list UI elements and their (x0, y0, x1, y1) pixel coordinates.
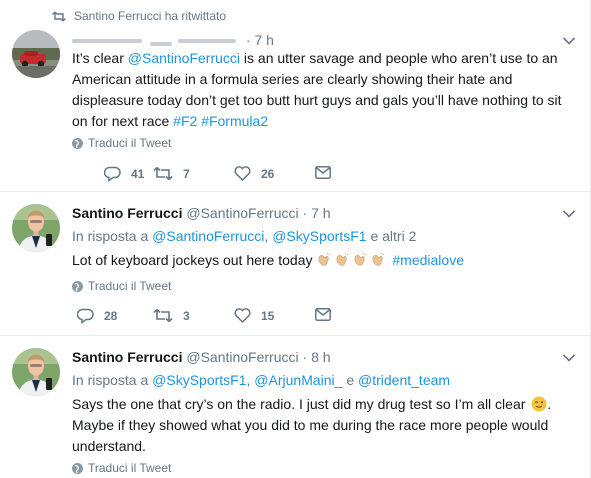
mention-link[interactable]: @ArjunMaini_ (254, 372, 342, 388)
author-name[interactable]: Santino Ferrucci (72, 349, 182, 365)
clapping-hands-emoji (336, 252, 349, 266)
author-handle[interactable]: @SantinoFerrucci (186, 205, 298, 221)
envelope-icon (315, 166, 331, 179)
others-link[interactable]: e altri 2 (367, 228, 416, 244)
tweet-actions: 28 3 15 (72, 308, 362, 328)
clapping-hands-emoji (318, 252, 331, 266)
like-count: 26 (261, 166, 275, 181)
hashtag-link[interactable]: #Formula2 (201, 113, 268, 129)
avatar-photo (12, 204, 60, 252)
translate-label: Traduci il Tweet (88, 136, 172, 150)
tweet-1[interactable]: Santino Ferrucci ha ritwittato · 7 h It’… (0, 0, 590, 192)
tweet-header: Santino Ferrucci @SantinoFerrucci · 7 h (72, 205, 331, 221)
separator: · (302, 205, 308, 221)
chevron-down-icon[interactable] (562, 209, 576, 219)
hashtag-link[interactable]: #medialove (392, 252, 464, 268)
retweet-count: 7 (183, 166, 190, 181)
retweet-icon (153, 166, 173, 181)
tweet-text: Says the one that cry’s on the radio. I … (72, 396, 552, 454)
heart-icon (234, 166, 251, 181)
tweet-actions: 41 7 26 (72, 166, 362, 186)
tweet-time[interactable]: 7 h (311, 205, 330, 221)
retweet-button[interactable]: 7 (153, 166, 190, 181)
author-handle[interactable]: @SantinoFerrucci (186, 349, 298, 365)
reply-button[interactable]: 28 (77, 308, 117, 324)
clapping-hands-emoji (354, 252, 367, 266)
mention-link[interactable]: @SantinoFerrucci (128, 50, 240, 66)
avatar-photo (12, 30, 60, 78)
heart-icon (234, 308, 251, 323)
separator: · (302, 349, 308, 365)
avatar[interactable] (12, 348, 60, 396)
translate-label: Traduci il Tweet (88, 279, 172, 293)
chevron-down-icon[interactable] (562, 36, 576, 46)
reply-count: 28 (104, 309, 118, 323)
envelope-icon (315, 308, 331, 321)
globe-icon (72, 462, 83, 474)
retweet-icon (52, 11, 66, 21)
clapping-hands-emoji (372, 252, 385, 266)
blurred-author (72, 34, 242, 48)
tweet-time[interactable]: 7 h (254, 32, 273, 48)
translate-label: Traduci il Tweet (88, 461, 172, 475)
translate-tweet[interactable]: Traduci il Tweet (72, 136, 171, 150)
tweet-header: · 7 h (72, 32, 274, 48)
globe-icon (72, 280, 83, 292)
tweet-2[interactable]: Santino Ferrucci @SantinoFerrucci · 7 h … (0, 193, 590, 336)
reply-icon (104, 166, 121, 182)
tweet-text: Lot of keyboard jockeys out here today #… (72, 252, 464, 268)
mention-link[interactable]: @trident_team (358, 372, 450, 388)
avatar[interactable] (12, 30, 60, 78)
tweet-header: Santino Ferrucci @SantinoFerrucci · 8 h (72, 349, 331, 365)
reply-context: In risposta a @SkySportsF1, @ArjunMaini_… (72, 372, 451, 388)
direct-message-button[interactable] (315, 166, 341, 179)
retweet-button[interactable]: 3 (153, 308, 190, 323)
hashtag-link[interactable]: #F2 (173, 113, 197, 129)
avatar[interactable] (12, 204, 60, 252)
retweet-context-label: Santino Ferrucci ha ritwittato (74, 9, 227, 23)
direct-message-button[interactable] (315, 308, 341, 321)
avatar-photo (12, 348, 60, 396)
mention-link[interactable]: @SkySportsF1 (272, 228, 366, 244)
reply-context: In risposta a @SantinoFerrucci, @SkySpor… (72, 228, 417, 244)
retweet-count: 3 (183, 308, 190, 323)
tweet-time[interactable]: 8 h (311, 349, 330, 365)
mention-link[interactable]: @SkySportsF1 (152, 372, 246, 388)
reply-count: 41 (131, 167, 145, 181)
author-name[interactable]: Santino Ferrucci (72, 205, 182, 221)
translate-tweet[interactable]: Traduci il Tweet (72, 461, 171, 475)
retweet-context: Santino Ferrucci ha ritwittato (52, 9, 226, 23)
tweet-text: It’s clear @SantinoFerrucci is an utter … (72, 50, 562, 129)
like-button[interactable]: 15 (234, 308, 274, 323)
mention-link[interactable]: @SantinoFerrucci (152, 228, 264, 244)
translate-tweet[interactable]: Traduci il Tweet (72, 279, 171, 293)
tweet-3[interactable]: Santino Ferrucci @SantinoFerrucci · 8 h … (0, 337, 590, 478)
reply-button[interactable]: 41 (104, 166, 144, 182)
globe-icon (72, 137, 83, 149)
chevron-down-icon[interactable] (562, 353, 576, 363)
reply-icon (77, 308, 94, 324)
winking-face-emoji (531, 396, 547, 412)
like-count: 15 (261, 308, 275, 323)
like-button[interactable]: 26 (234, 166, 274, 181)
retweet-icon (153, 308, 173, 323)
